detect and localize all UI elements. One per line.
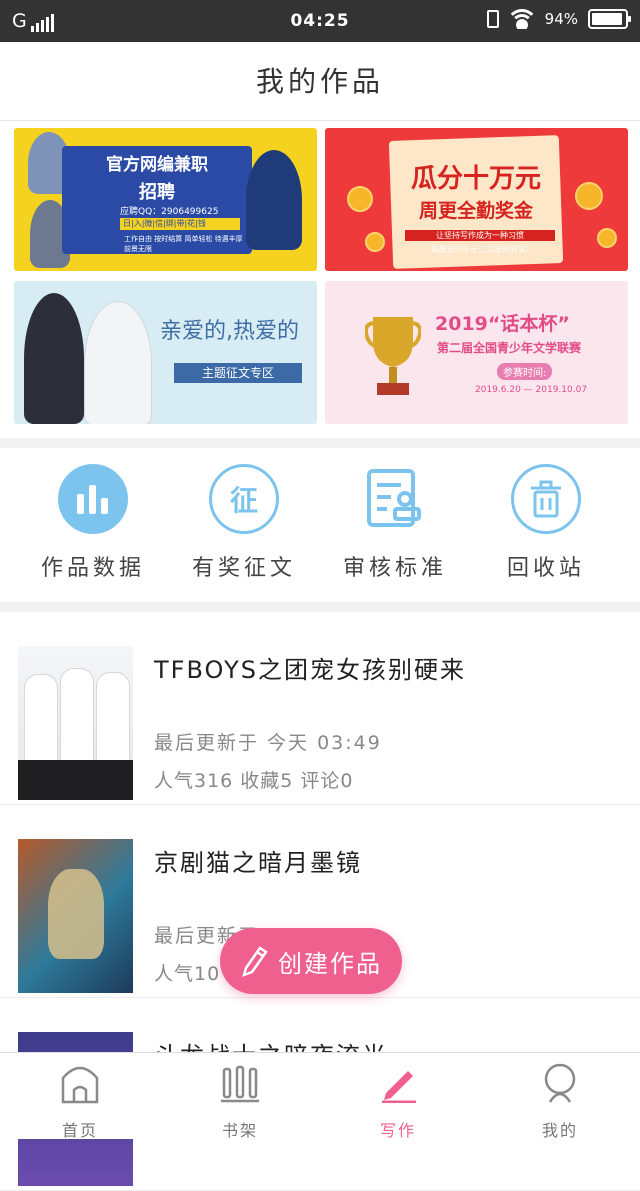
- coin-icon: [365, 232, 385, 252]
- illustration-person: [24, 293, 84, 424]
- work-stats: 人气10: [154, 963, 221, 985]
- review-icon: [360, 464, 430, 534]
- banner-tagline: 参赛时间:: [497, 363, 553, 380]
- banner-subheadline: 第二届全国青少年文学联赛: [437, 341, 582, 355]
- bar-chart-icon: [58, 464, 128, 534]
- coin-icon: [347, 186, 373, 212]
- tab-writing[interactable]: 写作: [338, 1061, 458, 1141]
- banner-tagline: 让坚持写作成为一种习惯: [405, 230, 555, 241]
- status-bar: G 04:25 94%: [0, 0, 640, 42]
- action-work-data[interactable]: 作品数据: [18, 464, 168, 582]
- bottom-tabbar: 首页 书架 写作 我的: [0, 1052, 640, 1141]
- action-review-standard[interactable]: 审核标准: [320, 464, 470, 582]
- banner-headline: 亲爱的,热爱的: [160, 319, 299, 344]
- banner-headline: 官方网编兼职: [106, 155, 208, 175]
- coin-icon: [597, 228, 617, 248]
- banner-headline: 2019“话本杯”: [435, 313, 570, 335]
- page-header: 我的作品: [0, 42, 640, 121]
- illustration-person: [246, 150, 302, 250]
- work-updated: 最后更新于 今天 03:49: [154, 732, 382, 754]
- tab-home[interactable]: 首页: [20, 1061, 140, 1141]
- action-recycle-bin[interactable]: 回收站: [471, 464, 621, 582]
- section-divider: [0, 602, 640, 612]
- banner-prize[interactable]: 瓜分十万元 周更全勤奖金 让坚持写作成为一种习惯 每周五中午十二点准时开奖!: [325, 128, 628, 271]
- banner-subheadline: 周更全勤奖金: [418, 200, 533, 222]
- tab-label: 我的: [541, 1121, 578, 1140]
- work-stats: 人气316 收藏5 评论0: [154, 770, 354, 792]
- banner-theme-contest[interactable]: 亲爱的,热爱的 主题征文专区: [14, 281, 317, 424]
- banner-subheadline: 主题征文专区: [174, 363, 302, 383]
- battery-icon: [588, 9, 631, 29]
- work-title: 京剧猫之暗月墨镜: [154, 849, 362, 877]
- banner-dates: 2019.6.20 — 2019.10.07: [475, 385, 588, 395]
- battery-percent: 94%: [544, 10, 578, 28]
- create-work-button[interactable]: 创建作品: [220, 928, 402, 994]
- action-label: 回收站: [506, 556, 585, 581]
- trophy-icon: [365, 317, 421, 395]
- create-work-label: 创建作品: [278, 949, 382, 978]
- banner-bullets: 工作自由 按时结算 简单轻松 待遇丰厚 前景无限: [124, 235, 243, 253]
- work-cover: [18, 839, 133, 993]
- tab-label: 首页: [61, 1121, 98, 1140]
- work-title: TFBOYS之团宠女孩别硬来: [154, 656, 466, 684]
- section-divider: [0, 438, 640, 448]
- banner-grid: 官方网编兼职 招聘 应聘QQ：2906499625 日|入|微|信|绑|带|花|…: [14, 128, 628, 424]
- tab-label: 书架: [221, 1121, 258, 1140]
- contest-icon: 征: [209, 464, 279, 534]
- pen-icon: [338, 1061, 458, 1105]
- coin-icon: [575, 182, 603, 210]
- work-cover: [18, 646, 133, 800]
- action-label: 作品数据: [40, 556, 145, 581]
- bookshelf-icon: [180, 1061, 300, 1105]
- action-contest[interactable]: 征 有奖征文: [169, 464, 319, 582]
- work-item[interactable]: TFBOYS之团宠女孩别硬来 最后更新于 今天 03:49 人气316 收藏5 …: [0, 612, 640, 805]
- tab-bookshelf[interactable]: 书架: [180, 1061, 300, 1141]
- page-title: 我的作品: [255, 65, 384, 98]
- banner-headline: 瓜分十万元: [410, 164, 541, 194]
- wifi-icon: [508, 9, 535, 29]
- tab-profile[interactable]: 我的: [500, 1061, 620, 1141]
- quick-actions: 作品数据 征 有奖征文 审核标准 回收站: [0, 450, 640, 602]
- banner-qq: 应聘QQ：2906499625: [120, 207, 219, 217]
- user-icon: [500, 1061, 620, 1105]
- trash-icon: [511, 464, 581, 534]
- vibrate-icon: [486, 10, 499, 28]
- banner-recruitment[interactable]: 官方网编兼职 招聘 应聘QQ：2906499625 日|入|微|信|绑|带|花|…: [14, 128, 317, 271]
- banner-literature-league[interactable]: 2019“话本杯” 第二届全国青少年文学联赛 参赛时间: 2019.6.20 —…: [325, 281, 628, 424]
- banner-tagline: 日|入|微|信|绑|带|花|钱: [120, 218, 240, 230]
- tab-label: 写作: [379, 1121, 416, 1140]
- banner-note: 每周五中午十二点准时开奖!: [430, 245, 530, 254]
- pen-icon: [242, 946, 268, 978]
- banner-subheadline: 招聘: [139, 182, 175, 203]
- action-label: 有奖征文: [191, 556, 296, 581]
- illustration-person: [84, 301, 152, 424]
- action-label: 审核标准: [342, 556, 447, 581]
- home-icon: [20, 1061, 140, 1105]
